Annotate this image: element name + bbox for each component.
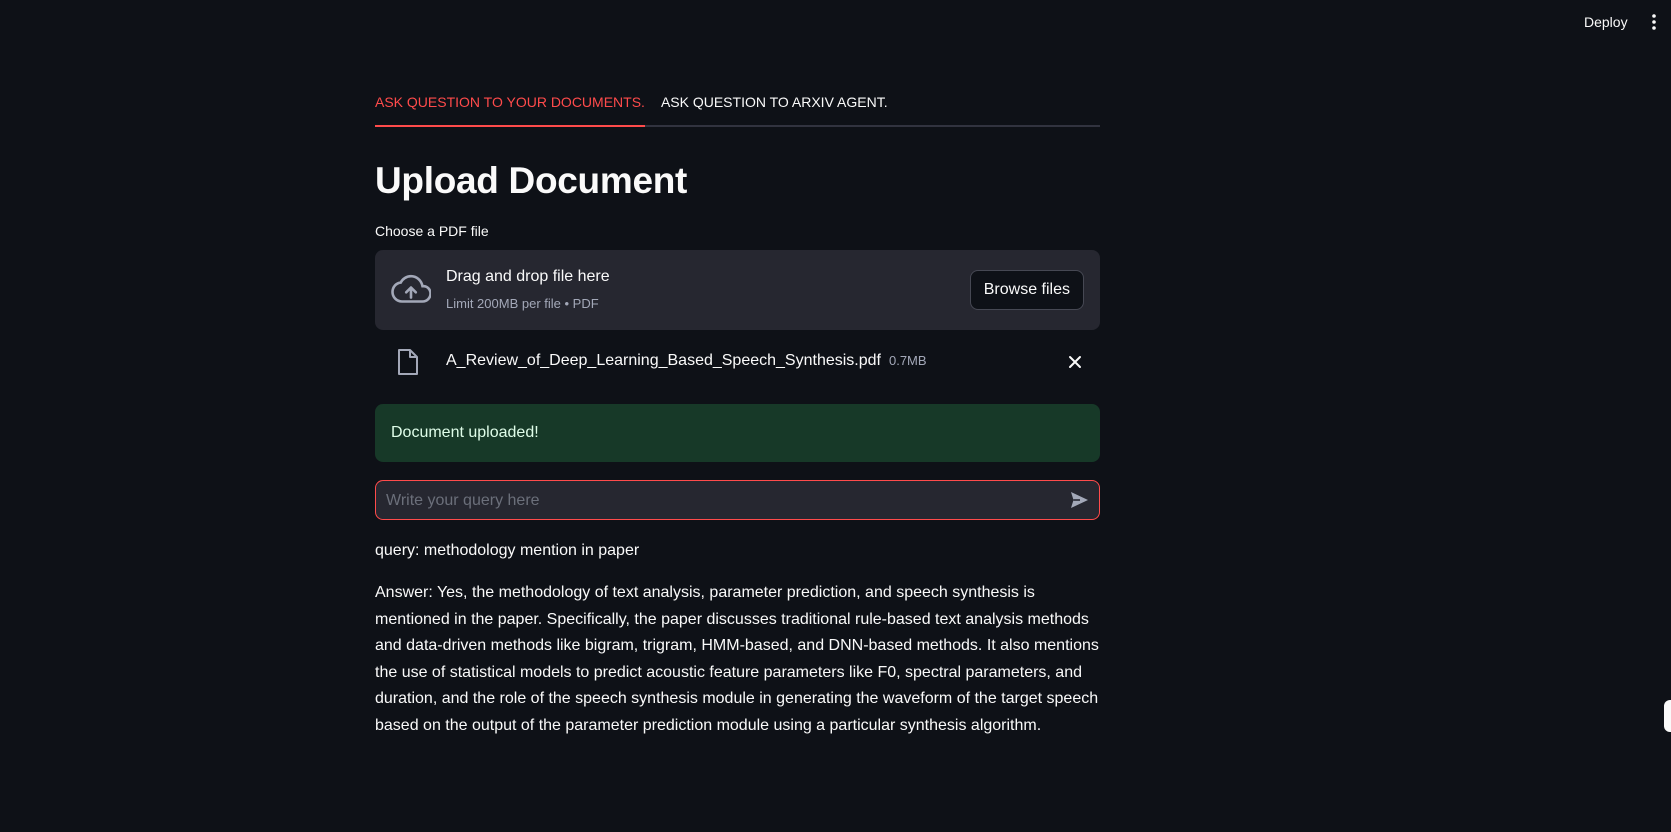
uploaded-file-info: A_Review_of_Deep_Learning_Based_Speech_S… bbox=[446, 352, 927, 370]
send-icon[interactable] bbox=[1069, 490, 1089, 510]
deploy-button[interactable]: Deploy bbox=[1578, 10, 1634, 34]
tab-ask-arxiv[interactable]: ASK QUESTION TO ARXIV AGENT. bbox=[661, 80, 888, 125]
uploaded-file-row: A_Review_of_Deep_Learning_Based_Speech_S… bbox=[375, 342, 1100, 382]
dropzone-limit: Limit 200MB per file • PDF bbox=[446, 296, 599, 311]
browse-files-button[interactable]: Browse files bbox=[969, 270, 1084, 310]
main-content: ASK QUESTION TO YOUR DOCUMENTS. ASK QUES… bbox=[375, 80, 1100, 734]
file-icon bbox=[398, 349, 418, 375]
query-input[interactable] bbox=[384, 481, 1048, 521]
uploader-label: Choose a PDF file bbox=[375, 223, 489, 239]
query-input-container[interactable] bbox=[375, 480, 1100, 521]
tab-ask-documents[interactable]: ASK QUESTION TO YOUR DOCUMENTS. bbox=[375, 80, 645, 127]
app-header: Deploy bbox=[0, 0, 1671, 44]
uploaded-file-size: 0.7MB bbox=[888, 353, 927, 368]
side-toggle-handle[interactable] bbox=[1664, 700, 1671, 732]
success-alert: Document uploaded! bbox=[375, 404, 1100, 462]
page-title: Upload Document bbox=[375, 160, 688, 201]
cloud-upload-icon bbox=[391, 274, 431, 303]
file-dropzone[interactable]: Drag and drop file here Limit 200MB per … bbox=[375, 250, 1100, 330]
query-echo: query: methodology mention in paper bbox=[375, 542, 640, 559]
tab-bar: ASK QUESTION TO YOUR DOCUMENTS. ASK QUES… bbox=[375, 80, 1100, 127]
answer-text: Answer: Yes, the methodology of text ana… bbox=[375, 584, 1099, 734]
close-icon[interactable] bbox=[1068, 355, 1082, 369]
vertical-dots-icon[interactable] bbox=[1648, 12, 1660, 32]
uploaded-file-name: A_Review_of_Deep_Learning_Based_Speech_S… bbox=[446, 352, 881, 369]
dropzone-instructions: Drag and drop file here bbox=[446, 268, 610, 285]
